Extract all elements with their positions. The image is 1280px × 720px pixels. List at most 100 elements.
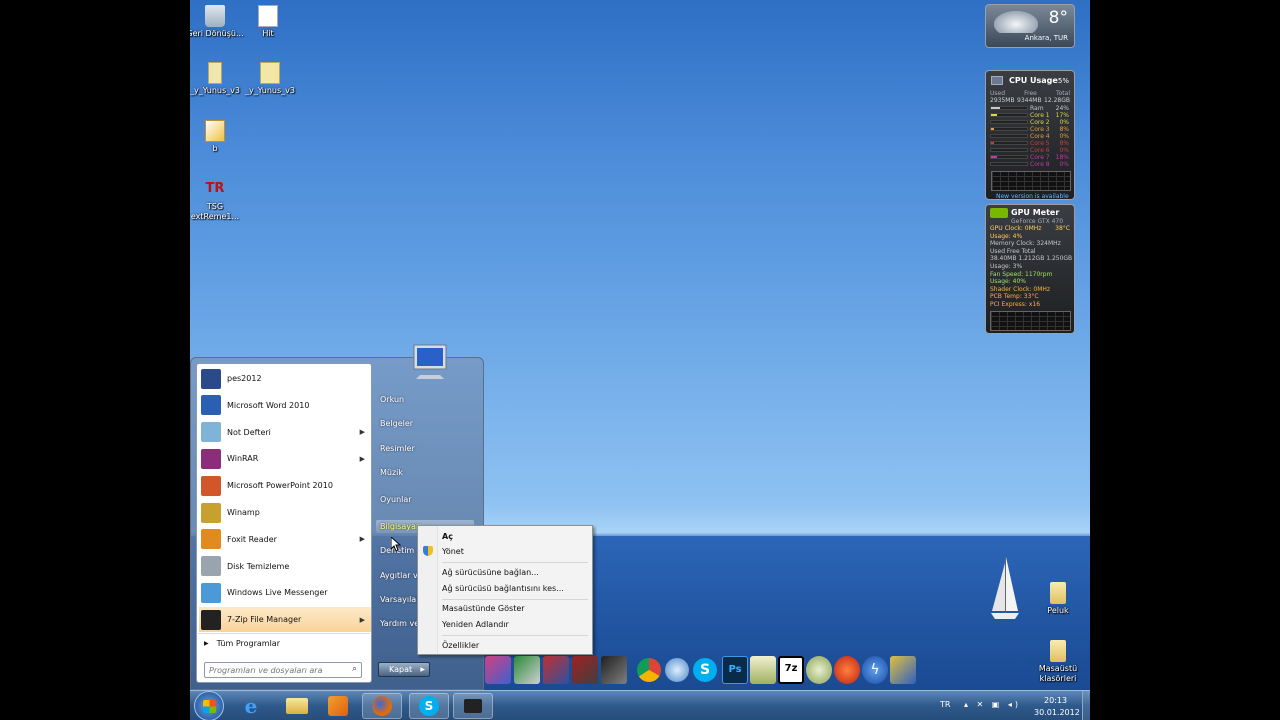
- cpu-core-label: Core 1: [1030, 112, 1050, 119]
- taskbar-ie-button[interactable]: e: [234, 693, 268, 719]
- desktop-icon-b[interactable]: b: [190, 120, 245, 154]
- mail-icon[interactable]: [750, 656, 776, 684]
- shutdown-button[interactable]: Kapat ▶: [378, 662, 430, 677]
- taskbar-media-player-button[interactable]: [321, 693, 355, 719]
- start-menu-program-item[interactable]: Microsoft PowerPoint 2010: [199, 473, 371, 498]
- search-input[interactable]: [209, 664, 345, 676]
- program-icon: [201, 448, 221, 469]
- context-item-disconnect-drive[interactable]: Ağ sürücüsü bağlantısını kes...: [442, 584, 564, 593]
- context-item-open[interactable]: Aç: [442, 532, 453, 541]
- app-icon[interactable]: [572, 656, 598, 684]
- show-desktop-button[interactable]: [1082, 691, 1090, 720]
- desktop-icon-masaustu[interactable]: Masaüstü klasörleri: [1028, 640, 1088, 684]
- start-menu-link[interactable]: Yardım ve: [380, 619, 419, 628]
- start-menu-program-item[interactable]: Not Defteri ▶: [199, 420, 371, 445]
- desktop-icon-tsg[interactable]: TR TSG extReme1...: [190, 178, 245, 222]
- photoshop-icon[interactable]: Ps: [722, 656, 748, 684]
- weather-gadget[interactable]: 8° Ankara, TUR: [985, 4, 1075, 48]
- context-item-map-drive[interactable]: Ağ sürücüsüne bağlan...: [442, 568, 539, 577]
- tray-icons[interactable]: ▴ ✕ ▣ ◂): [964, 700, 1021, 709]
- cpu-core-bar: [990, 127, 1028, 131]
- divider: [442, 635, 588, 636]
- skype-icon[interactable]: S: [693, 658, 717, 682]
- cpu-core-bar-fill: [991, 128, 994, 130]
- desktop-icon-yunus-1[interactable]: _y_Yunus_v3: [190, 62, 245, 96]
- submenu-arrow-icon: ▶: [359, 454, 365, 463]
- cpu-footer-link[interactable]: New version is available: [996, 193, 1069, 200]
- recycle-bin-icon: [205, 5, 225, 27]
- 7zip-icon[interactable]: 7z: [778, 656, 804, 684]
- start-menu-program-item[interactable]: WinRAR ▶: [199, 446, 371, 471]
- cpu-core-label: Core 4: [1030, 133, 1050, 140]
- cpu-core-value: 18%: [1055, 154, 1069, 161]
- cpu-core-value: 0%: [1059, 119, 1069, 126]
- context-item-show-on-desktop[interactable]: Masaüstünde Göster: [442, 604, 525, 613]
- app-icon[interactable]: [806, 656, 832, 684]
- start-button[interactable]: [194, 691, 224, 720]
- start-menu-link[interactable]: Varsayılan: [380, 595, 421, 604]
- desktop-icon-label: Masaüstü klasörleri: [1038, 664, 1078, 683]
- context-item-properties[interactable]: Özellikler: [442, 641, 479, 650]
- taskbar-camera-button[interactable]: [453, 693, 493, 719]
- program-label: Microsoft Word 2010: [227, 400, 310, 410]
- program-icon: [201, 609, 221, 630]
- all-programs-item[interactable]: ▶ Tüm Programlar: [198, 635, 370, 651]
- gpu-stat-line: GPU Clock: 0MHz: [990, 225, 1042, 232]
- desktop-icon-yunus-2[interactable]: _y_Yunus_v3: [240, 62, 300, 96]
- program-label: Microsoft PowerPoint 2010: [227, 481, 333, 491]
- desktop-icon-label: Geri Dönüşü...: [190, 29, 244, 38]
- start-menu-link[interactable]: Resimler: [380, 444, 415, 453]
- app-icon[interactable]: [601, 656, 627, 684]
- chrome-icon[interactable]: [637, 658, 661, 682]
- globe-icon[interactable]: [665, 658, 689, 682]
- start-menu-program-item[interactable]: pes2012: [199, 366, 371, 391]
- program-icon: [201, 368, 221, 389]
- start-menu-program-item[interactable]: Disk Temizleme: [199, 554, 371, 579]
- cpu-header-row: Used Free Total: [990, 90, 1070, 97]
- tools-icon[interactable]: [890, 656, 916, 684]
- app-icon[interactable]: [834, 656, 860, 684]
- start-menu-program-item[interactable]: 7-Zip File Manager ▶: [199, 607, 371, 633]
- gpu-meter-gadget[interactable]: GPU Meter GeForce GTX 470 38°C GPU Clock…: [985, 204, 1075, 334]
- cpu-core-value: 24%: [1055, 105, 1069, 112]
- context-item-rename[interactable]: Yeniden Adlandır: [442, 620, 509, 629]
- start-menu-program-item[interactable]: Winamp: [199, 500, 371, 525]
- search-box[interactable]: ⌕: [204, 662, 362, 678]
- taskbar-skype-button[interactable]: S: [409, 693, 449, 719]
- cpu-usage-gadget[interactable]: CPU Usage 5% Used Free Total 2935MB 9344…: [985, 70, 1075, 200]
- desktop-icon-label: Peluk: [1047, 606, 1069, 615]
- gpu-temp: 38°C: [1055, 225, 1070, 232]
- clock-time[interactable]: 20:13: [1044, 696, 1067, 705]
- start-menu-link[interactable]: Müzik: [380, 468, 403, 477]
- weather-temp: 8°: [1048, 8, 1068, 28]
- start-menu-program-item[interactable]: Foxit Reader ▶: [199, 527, 371, 552]
- gpu-stat-line: Usage: 4%: [990, 232, 1023, 240]
- desktop-icon-peluk[interactable]: Peluk: [1028, 582, 1088, 616]
- divider: [442, 599, 588, 600]
- start-menu-link[interactable]: Oyunlar: [380, 495, 412, 504]
- taskbar-explorer-button[interactable]: [280, 693, 314, 719]
- lightning-icon[interactable]: ϟ: [862, 656, 888, 684]
- desktop-icon-hit[interactable]: Hit: [238, 5, 298, 39]
- program-label: Not Defteri: [227, 427, 271, 437]
- context-item-manage[interactable]: Yönet: [442, 547, 464, 556]
- start-menu-link[interactable]: Belgeler: [380, 419, 413, 428]
- cpu-chip-icon: [991, 76, 1003, 85]
- cpu-core-value: 0%: [1059, 133, 1069, 140]
- start-menu-program-item[interactable]: Windows Live Messenger: [199, 580, 371, 605]
- cpu-core-bar-fill: [991, 114, 998, 116]
- gpu-stat-line: Shader Clock: 0MHz: [990, 285, 1051, 293]
- shutdown-arrow-icon[interactable]: ▶: [420, 666, 425, 673]
- windows-logo-icon: [203, 700, 216, 713]
- app-icon[interactable]: [514, 656, 540, 684]
- cpu-core-bar: [990, 162, 1028, 166]
- taskbar-firefox-button[interactable]: [362, 693, 402, 719]
- start-menu-link[interactable]: Orkun: [380, 395, 404, 404]
- cpu-values-row: 2935MB 9344MB 12.28GB: [990, 97, 1070, 104]
- app-icon[interactable]: [485, 656, 511, 684]
- app-icon[interactable]: [543, 656, 569, 684]
- language-indicator[interactable]: TR: [940, 700, 950, 709]
- desktop-icon-recycle-bin[interactable]: Geri Dönüşü...: [190, 5, 245, 39]
- clock-date[interactable]: 30.01.2012: [1034, 708, 1080, 717]
- start-menu-program-item[interactable]: Microsoft Word 2010: [199, 393, 371, 418]
